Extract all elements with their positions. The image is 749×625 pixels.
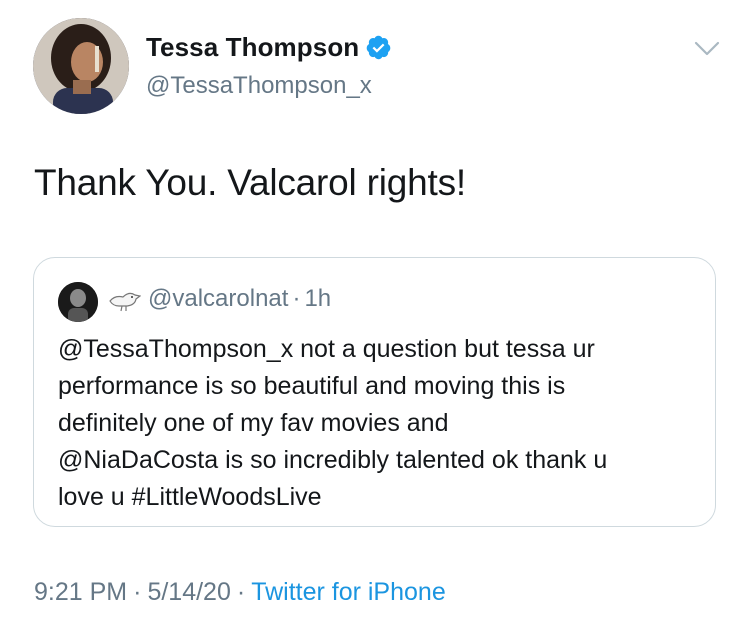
tweet-text: Thank You. Valcarol rights! (34, 162, 467, 203)
quoted-text-line: definitely one of my fav movies and (58, 409, 449, 437)
author-handle[interactable]: @TessaThompson_x (146, 72, 372, 100)
tweet-card: Tessa Thompson @TessaThompson_x Thank Yo… (0, 0, 749, 625)
quoted-author-avatar[interactable] (58, 282, 98, 322)
chevron-down-icon[interactable] (694, 40, 720, 58)
tweet-date[interactable]: 5/14/20 (147, 578, 230, 606)
quoted-tweet[interactable]: @valcarolnat · 1h @TessaThompson_x not a q… (33, 257, 716, 527)
verified-badge-icon (366, 35, 391, 60)
tweet-meta: 9:21 PM · 5/14/20 · Twitter for iPhone (34, 578, 446, 607)
meta-separator: · (133, 578, 142, 606)
quoted-tweet-text: @TessaThompson_x not a question but tess… (58, 331, 708, 516)
quoted-author-meta: @valcarolnat · 1h (148, 285, 331, 313)
meta-separator: · (292, 285, 301, 312)
quoted-text-line: performance is so beautiful and moving t… (58, 372, 566, 400)
tweet-source-link[interactable]: Twitter for iPhone (251, 578, 446, 606)
bird-emoji-icon (109, 292, 141, 312)
author-avatar[interactable] (33, 18, 129, 114)
author-display-name[interactable]: Tessa Thompson (146, 32, 359, 63)
quoted-time-ago: 1h (304, 285, 332, 312)
quoted-author-handle[interactable]: @valcarolnat (148, 285, 288, 312)
author-name-row: Tessa Thompson (146, 32, 392, 63)
quoted-text-line: love u #LittleWoodsLive (58, 483, 322, 511)
quoted-text-line: @TessaThompson_x not a question but tess… (58, 335, 595, 363)
quoted-text-line: @NiaDaCosta is so incredibly talented ok… (58, 446, 608, 474)
meta-separator: · (236, 578, 246, 606)
tweet-time[interactable]: 9:21 PM (34, 578, 127, 606)
